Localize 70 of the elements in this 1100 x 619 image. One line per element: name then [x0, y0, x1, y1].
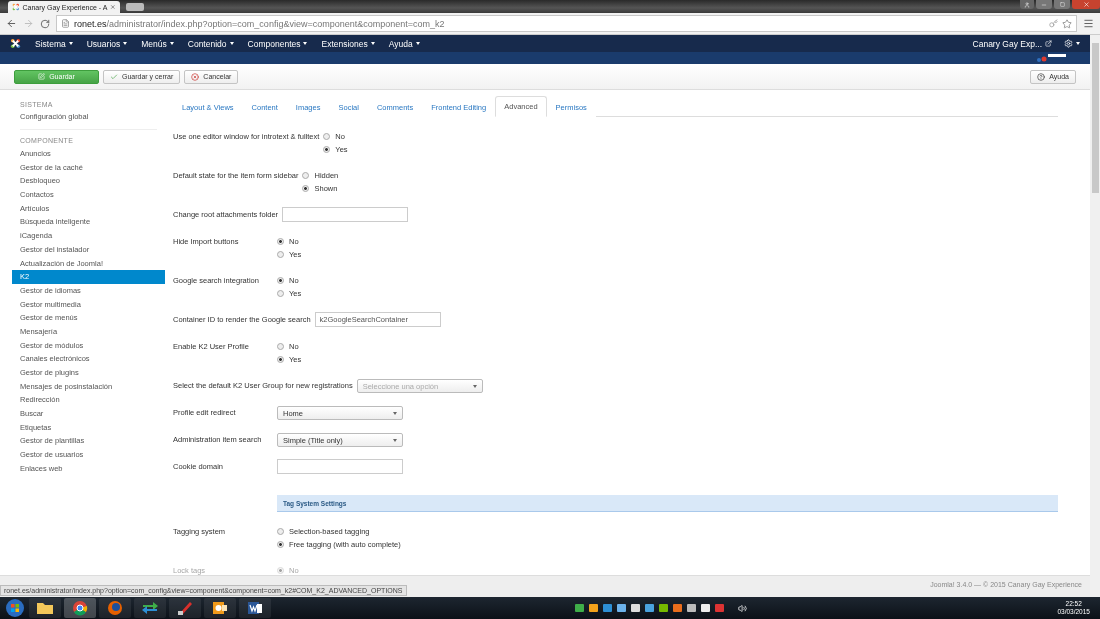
menu-item[interactable]: Ayuda	[388, 38, 420, 49]
caret-icon	[393, 438, 397, 442]
user-button[interactable]	[1020, 0, 1034, 9]
radio-button[interactable]	[302, 185, 310, 192]
radio-button[interactable]	[277, 528, 284, 535]
radio-button[interactable]	[277, 541, 284, 548]
caret-icon	[415, 42, 420, 45]
menu-item[interactable]: Usuarios	[86, 38, 128, 49]
radio-button[interactable]	[323, 146, 331, 153]
close-icon[interactable]	[110, 4, 116, 10]
user-icon	[1024, 1, 1030, 8]
caret-icon	[393, 411, 397, 415]
address-field[interactable]: ronet.es/administrator/index.php?option=com_config&view=component&component=com_k2	[56, 15, 1077, 32]
caret-icon	[229, 42, 234, 45]
document-app-icon[interactable]	[239, 598, 271, 618]
new-tab-button[interactable]	[126, 3, 144, 11]
maximize-button[interactable]	[1054, 0, 1070, 9]
radio-button[interactable]	[277, 343, 284, 350]
radio-button[interactable]	[277, 251, 284, 258]
scrollbar[interactable]	[1090, 35, 1100, 597]
maximize-icon	[1059, 2, 1065, 7]
volume-icon[interactable]	[738, 603, 748, 613]
radio-button[interactable]	[302, 172, 310, 179]
check-icon	[110, 72, 118, 81]
text-field[interactable]	[277, 459, 403, 474]
logo-drawing	[1036, 54, 1066, 62]
menu-item[interactable]: Extensiones	[321, 38, 375, 49]
radio-button[interactable]	[277, 238, 284, 245]
menu-icon[interactable]	[1083, 18, 1094, 29]
radio-button[interactable]	[277, 356, 284, 363]
caret-icon	[68, 42, 73, 45]
settings-menu[interactable]	[1064, 39, 1080, 48]
folder-icon[interactable]	[29, 598, 61, 618]
caret-icon	[370, 42, 375, 45]
menu-item[interactable]: Menús	[141, 38, 174, 49]
close-icon	[1082, 1, 1090, 8]
cancel-icon	[191, 72, 200, 81]
start-button[interactable]	[4, 598, 26, 618]
menu-item[interactable]: Componentes	[247, 38, 308, 49]
minimize-icon	[1041, 1, 1047, 8]
star-icon[interactable]	[1062, 18, 1072, 29]
page-icon	[61, 19, 70, 28]
close-button[interactable]	[1072, 0, 1100, 9]
brush-icon[interactable]	[169, 598, 201, 618]
external-link-icon	[1045, 40, 1052, 47]
caret-icon	[472, 384, 477, 388]
caret-icon	[303, 42, 308, 45]
menu-item[interactable]: Sistema	[35, 38, 73, 49]
joomla-logo-icon	[12, 3, 20, 11]
mail-app-icon[interactable]	[204, 598, 236, 618]
reload-icon[interactable]	[40, 18, 50, 29]
minimize-button[interactable]	[1036, 0, 1052, 9]
caret-icon	[1076, 42, 1080, 45]
browser-icon[interactable]	[64, 598, 96, 618]
back-icon[interactable]	[6, 18, 17, 29]
edit-icon	[38, 73, 46, 80]
caret-icon	[123, 42, 128, 45]
globe-icon[interactable]	[99, 598, 131, 618]
joomla-logo-icon	[10, 38, 21, 49]
help-icon	[1037, 72, 1046, 81]
arrows-icon[interactable]	[134, 598, 166, 618]
text-field[interactable]	[282, 207, 409, 222]
radio-button[interactable]	[277, 277, 284, 284]
caret-icon	[169, 42, 174, 45]
site-link[interactable]: Canary Gay Exp...	[972, 38, 1052, 49]
radio-button[interactable]	[277, 290, 284, 297]
key-icon[interactable]	[1049, 19, 1058, 28]
settings-icon	[1064, 39, 1073, 48]
radio-button[interactable]	[323, 133, 331, 140]
menu-item[interactable]: Contenido	[187, 38, 234, 49]
